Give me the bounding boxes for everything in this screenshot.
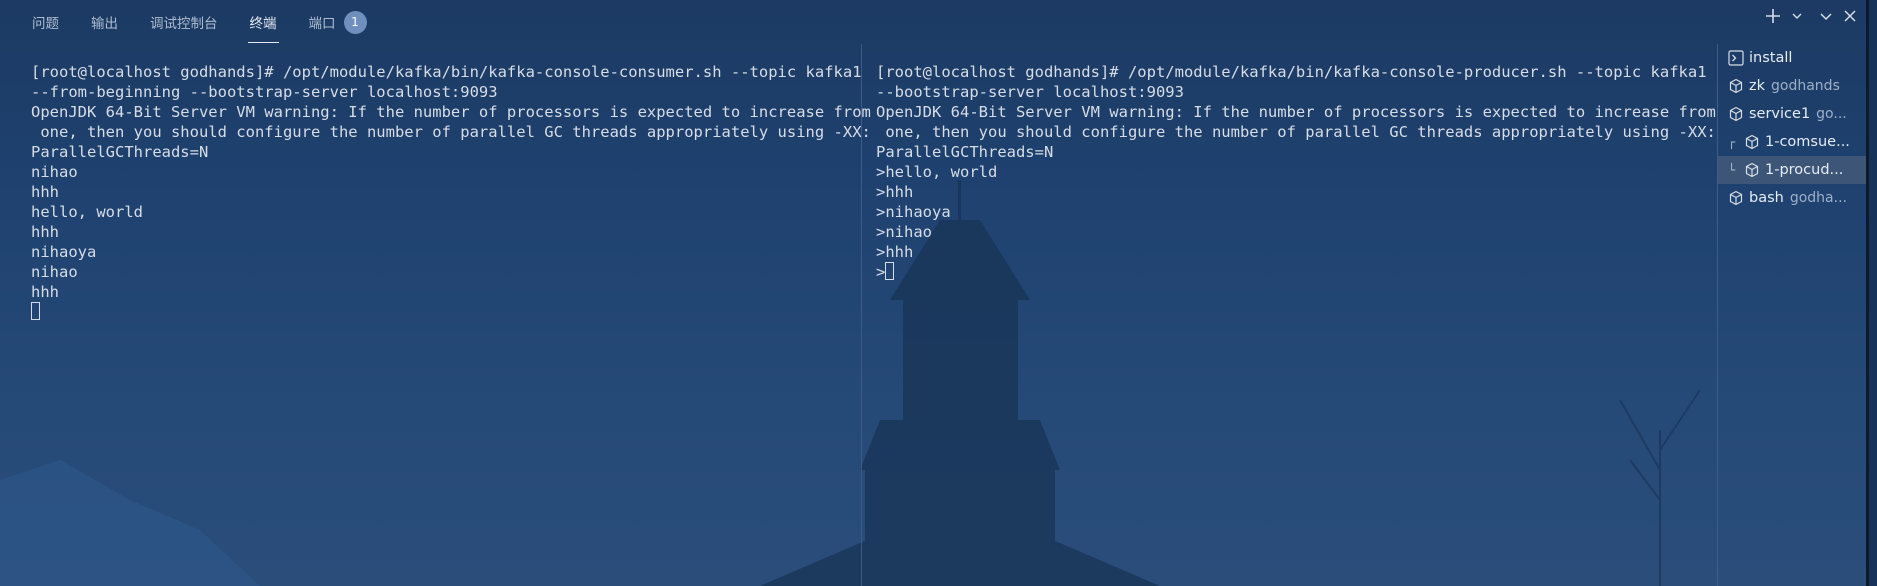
terminal-item-desc: go...: [1816, 106, 1847, 122]
terminal-item-name: bash: [1749, 190, 1784, 206]
terminal-line: OpenJDK 64-Bit Server VM warning: If the…: [31, 103, 871, 121]
terminal-line: >nihao: [876, 223, 932, 241]
terminal-prompt: >: [876, 263, 886, 281]
close-panel-button[interactable]: [1843, 9, 1857, 23]
terminal-line: OpenJDK 64-Bit Server VM warning: If the…: [876, 103, 1716, 121]
terminal-item-name: 1-procud...: [1765, 162, 1844, 178]
terminal-item-name: service1: [1749, 106, 1811, 122]
terminal-list: install zk godhands service1 go... ┌ 1-c…: [1718, 44, 1866, 212]
producer-terminal[interactable]: [root@localhost godhands]# /opt/module/k…: [876, 62, 1716, 282]
terminal-profile-dropdown[interactable]: [1791, 10, 1803, 22]
terminal-cursor: [31, 302, 40, 320]
terminal-item-1-comsue[interactable]: ┌ 1-comsue...: [1718, 128, 1866, 156]
terminal-line: [root@localhost godhands]# /opt/module/k…: [31, 63, 862, 81]
terminal-line: [root@localhost godhands]# /opt/module/k…: [876, 63, 1707, 81]
terminal-item-install[interactable]: install: [1718, 44, 1866, 72]
terminal-line: hhh: [31, 283, 59, 301]
terminal-item-name: zk: [1749, 78, 1766, 94]
terminal-line: ParallelGCThreads=N: [876, 143, 1054, 161]
consumer-terminal[interactable]: [root@localhost godhands]# /opt/module/k…: [31, 62, 871, 322]
terminal-item-zk[interactable]: zk godhands: [1718, 72, 1866, 100]
terminal-line: --bootstrap-server localhost:9093: [876, 83, 1184, 101]
terminal-icon: [1728, 50, 1744, 66]
terminal-line: nihao: [31, 163, 78, 181]
terminal-line: --from-beginning --bootstrap-server loca…: [31, 83, 498, 101]
terminal-actions: [1765, 8, 1857, 24]
terminal-line: one, then you should configure the numbe…: [876, 123, 1716, 141]
terminal-line: >hello, world: [876, 163, 998, 181]
terminal-line: hello, world: [31, 203, 143, 221]
tree-connector: └: [1728, 163, 1736, 177]
terminal-line: >nihaoya: [876, 203, 951, 221]
chevron-down-icon: [1820, 13, 1832, 21]
maximize-panel-button[interactable]: [1819, 9, 1833, 23]
tab-problems[interactable]: 问题: [30, 8, 61, 36]
tree-connector: ┌: [1728, 135, 1736, 149]
cube-icon: [1728, 190, 1744, 206]
tab-output[interactable]: 输出: [89, 8, 120, 36]
tab-ports[interactable]: 端口: [307, 8, 338, 36]
terminal-item-name: 1-comsue...: [1765, 134, 1850, 150]
panel-tab-bar: 问题 输出 调试控制台 终端 端口 1: [0, 0, 1877, 44]
chevron-down-icon: [1792, 13, 1802, 19]
new-terminal-button[interactable]: [1765, 8, 1781, 24]
cube-icon: [1728, 78, 1744, 94]
terminal-line: nihaoya: [31, 243, 97, 261]
terminal-cursor: [885, 262, 895, 280]
cube-icon: [1744, 134, 1760, 150]
tab-terminal[interactable]: 终端: [247, 8, 279, 43]
terminal-line: nihao: [31, 263, 78, 281]
terminal-line: one, then you should configure the numbe…: [31, 123, 871, 141]
terminal-line: >hhh: [876, 243, 914, 261]
close-icon: [1844, 10, 1856, 22]
terminal-item-desc: godhands: [1771, 78, 1840, 94]
terminal-line: ParallelGCThreads=N: [31, 143, 209, 161]
terminal-line: >hhh: [876, 183, 914, 201]
terminal-item-name: install: [1749, 50, 1793, 66]
cube-icon: [1744, 162, 1760, 178]
split-divider[interactable]: [861, 44, 862, 586]
cube-icon: [1728, 106, 1744, 122]
terminal-item-desc: godha...: [1789, 190, 1847, 206]
scrollbar-track[interactable]: [1869, 0, 1877, 586]
terminal-item-service1[interactable]: service1 go...: [1718, 100, 1866, 128]
terminal-line: hhh: [31, 183, 59, 201]
tab-debug-console[interactable]: 调试控制台: [148, 8, 220, 36]
terminal-line: hhh: [31, 223, 59, 241]
plus-icon: [1766, 9, 1780, 23]
terminal-item-bash[interactable]: bash godha...: [1718, 184, 1866, 212]
ports-count-badge: 1: [343, 10, 367, 34]
terminal-item-1-procud[interactable]: └ 1-procud...: [1718, 156, 1866, 184]
